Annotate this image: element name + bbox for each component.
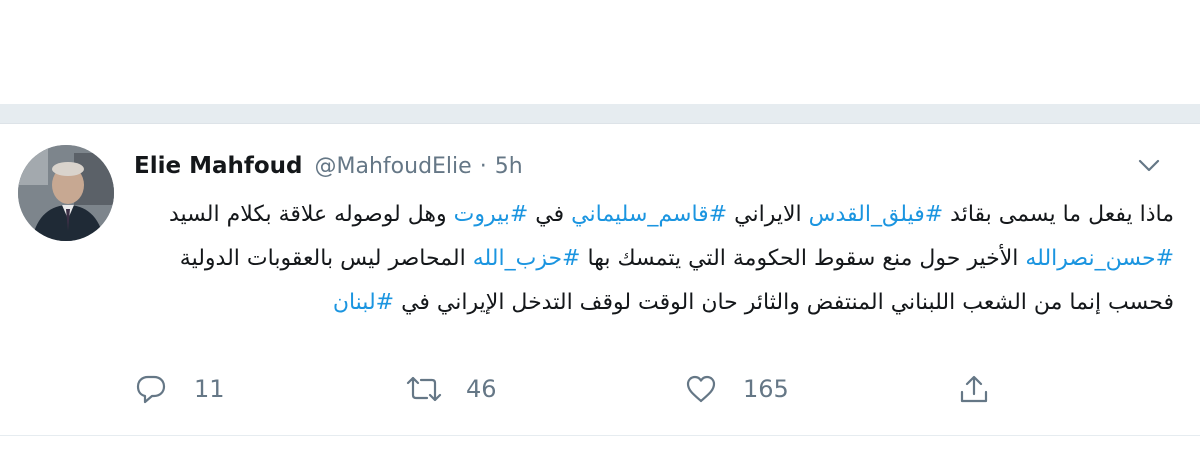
hashtag-link[interactable]: #حسن_نصرالله [1025,246,1174,271]
like-button[interactable]: 165 [685,371,789,407]
hashtag-link[interactable]: #قاسم_سليماني [571,202,727,227]
share-button[interactable] [958,371,990,407]
tweet-text: ماذا يفعل ما يسمى بقائد #فيلق_القدس الاي… [134,193,1174,325]
tweet-text-run: في [528,202,572,227]
avatar[interactable] [18,145,114,241]
hashtag-link[interactable]: #فيلق_القدس [809,202,944,227]
tweet-text-run: الايراني [727,202,809,227]
tweet-timestamp[interactable]: 5h [495,154,523,179]
tweet-actions: 11 46 165 [0,371,1200,407]
author-handle[interactable]: @MahfoudElie [315,154,472,179]
like-count: 165 [743,375,789,403]
meta-separator: · [479,154,487,179]
previous-tweet-area [0,0,1200,104]
timeline-separator [0,104,1200,124]
tweet-text-run: الأخير حول منع سقوط الحكومة التي يتمسك ب… [580,246,1026,271]
reply-button[interactable]: 11 [134,371,225,407]
tweet-text-run: ماذا يفعل ما يسمى بقائد [943,202,1174,227]
author-name[interactable]: Elie Mahfoud [134,153,303,179]
next-tweet-peek [0,437,1200,463]
tweet-card[interactable]: Elie Mahfoud @MahfoudElie · 5h ماذا يفعل… [0,125,1200,436]
hashtag-link[interactable]: #لبنان [333,290,394,315]
chevron-down-icon [1138,159,1160,172]
tweet-text-run: وهل لوصوله علاقة بكلام السيد [168,202,454,227]
heart-icon [686,375,716,403]
hashtag-link[interactable]: #حزب_الله [473,246,581,271]
retweet-icon [406,376,442,402]
hashtag-link[interactable]: #بيروت [454,202,529,227]
more-options-button[interactable] [1136,155,1162,177]
reply-count: 11 [194,375,225,403]
avatar-photo [18,145,114,241]
retweet-count: 46 [466,375,497,403]
tweet-header: Elie Mahfoud @MahfoudElie · 5h [134,153,523,183]
retweet-button[interactable]: 46 [404,371,497,407]
share-icon [960,375,988,403]
reply-icon [136,375,166,404]
